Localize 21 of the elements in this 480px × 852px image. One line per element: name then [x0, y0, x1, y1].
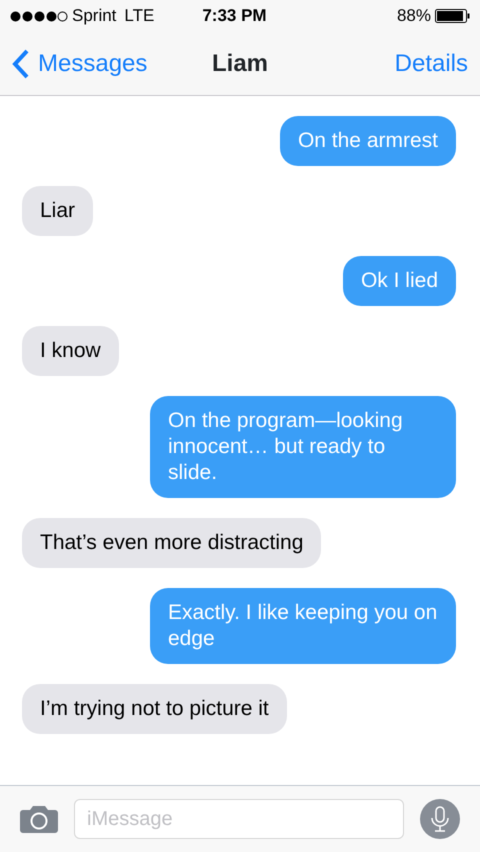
battery-icon: [435, 9, 470, 23]
sent-message: Exactly. I like keeping you on edge: [150, 588, 456, 664]
received-message: I know: [22, 326, 119, 376]
sent-message: On the armrest: [280, 116, 456, 166]
received-message: I’m trying not to picture it: [22, 684, 287, 734]
carrier-name: Sprint: [72, 5, 116, 28]
signal-icon: [10, 10, 68, 22]
sent-message: Ok I lied: [342, 256, 456, 306]
details-link[interactable]: Details: [394, 46, 468, 82]
sent-message: On the program—looking innocent… but ready to slide.: [150, 396, 456, 498]
message-field[interactable]: iMessage: [74, 799, 404, 839]
received-message: That’s even more distracting: [22, 518, 322, 568]
received-message: Liar: [22, 186, 94, 236]
camera-icon[interactable]: [20, 805, 58, 833]
contact-name: Liam: [212, 48, 268, 78]
back-button[interactable]: Messages: [12, 46, 148, 82]
microphone-icon[interactable]: [420, 799, 460, 839]
clock-time: 7:33 PM: [202, 5, 267, 28]
battery-percent: 88%: [396, 5, 431, 28]
network-type: LTE: [124, 5, 154, 28]
chevron-left-icon: [12, 48, 30, 78]
